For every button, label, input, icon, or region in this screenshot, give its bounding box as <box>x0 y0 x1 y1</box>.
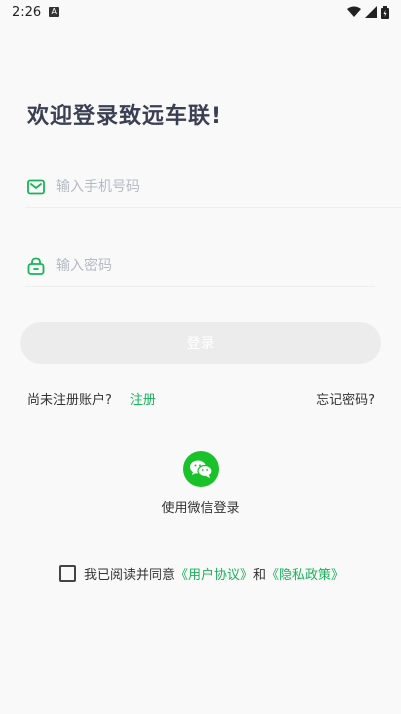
notification-icon: A <box>49 7 60 17</box>
mail-icon <box>26 177 46 197</box>
wechat-button[interactable] <box>182 451 219 487</box>
privacy-policy-link[interactable]: 《隐私政策》 <box>266 564 344 583</box>
lock-icon <box>26 256 46 276</box>
status-left: 2:26 A <box>12 4 60 20</box>
signal-icon <box>365 6 377 18</box>
user-agreement-link[interactable]: 《用户协议》 <box>175 564 253 583</box>
page-title: 欢迎登录致远车联! <box>27 104 223 129</box>
no-account-text: 尚未注册账户? <box>27 392 112 408</box>
agreement-prefix: 我已阅读并同意 <box>84 567 176 583</box>
status-bar: 2:26 A <box>0 0 401 24</box>
password-input[interactable] <box>54 257 358 275</box>
phone-input[interactable] <box>54 178 358 196</box>
register-row: 尚未注册账户? 注册 忘记密码? <box>27 388 375 408</box>
status-right <box>347 5 389 19</box>
phone-field[interactable] <box>25 167 401 208</box>
wechat-icon <box>189 460 213 478</box>
agreement-checkbox[interactable] <box>59 564 76 582</box>
login-button[interactable]: 登录 <box>20 322 381 364</box>
status-time: 2:26 <box>12 4 42 20</box>
agreement-and: 和 <box>253 567 267 583</box>
password-field[interactable] <box>25 246 375 287</box>
agreement-row: 我已阅读并同意 《用户协议》 和 《隐私政策》 <box>59 563 344 583</box>
wechat-login-label: 使用微信登录 <box>161 501 240 516</box>
wechat-login: 使用微信登录 <box>0 451 401 516</box>
register-link[interactable]: 注册 <box>130 389 156 408</box>
wifi-icon <box>347 6 361 17</box>
battery-icon <box>381 5 389 19</box>
forgot-password-link[interactable]: 忘记密码? <box>316 389 375 408</box>
